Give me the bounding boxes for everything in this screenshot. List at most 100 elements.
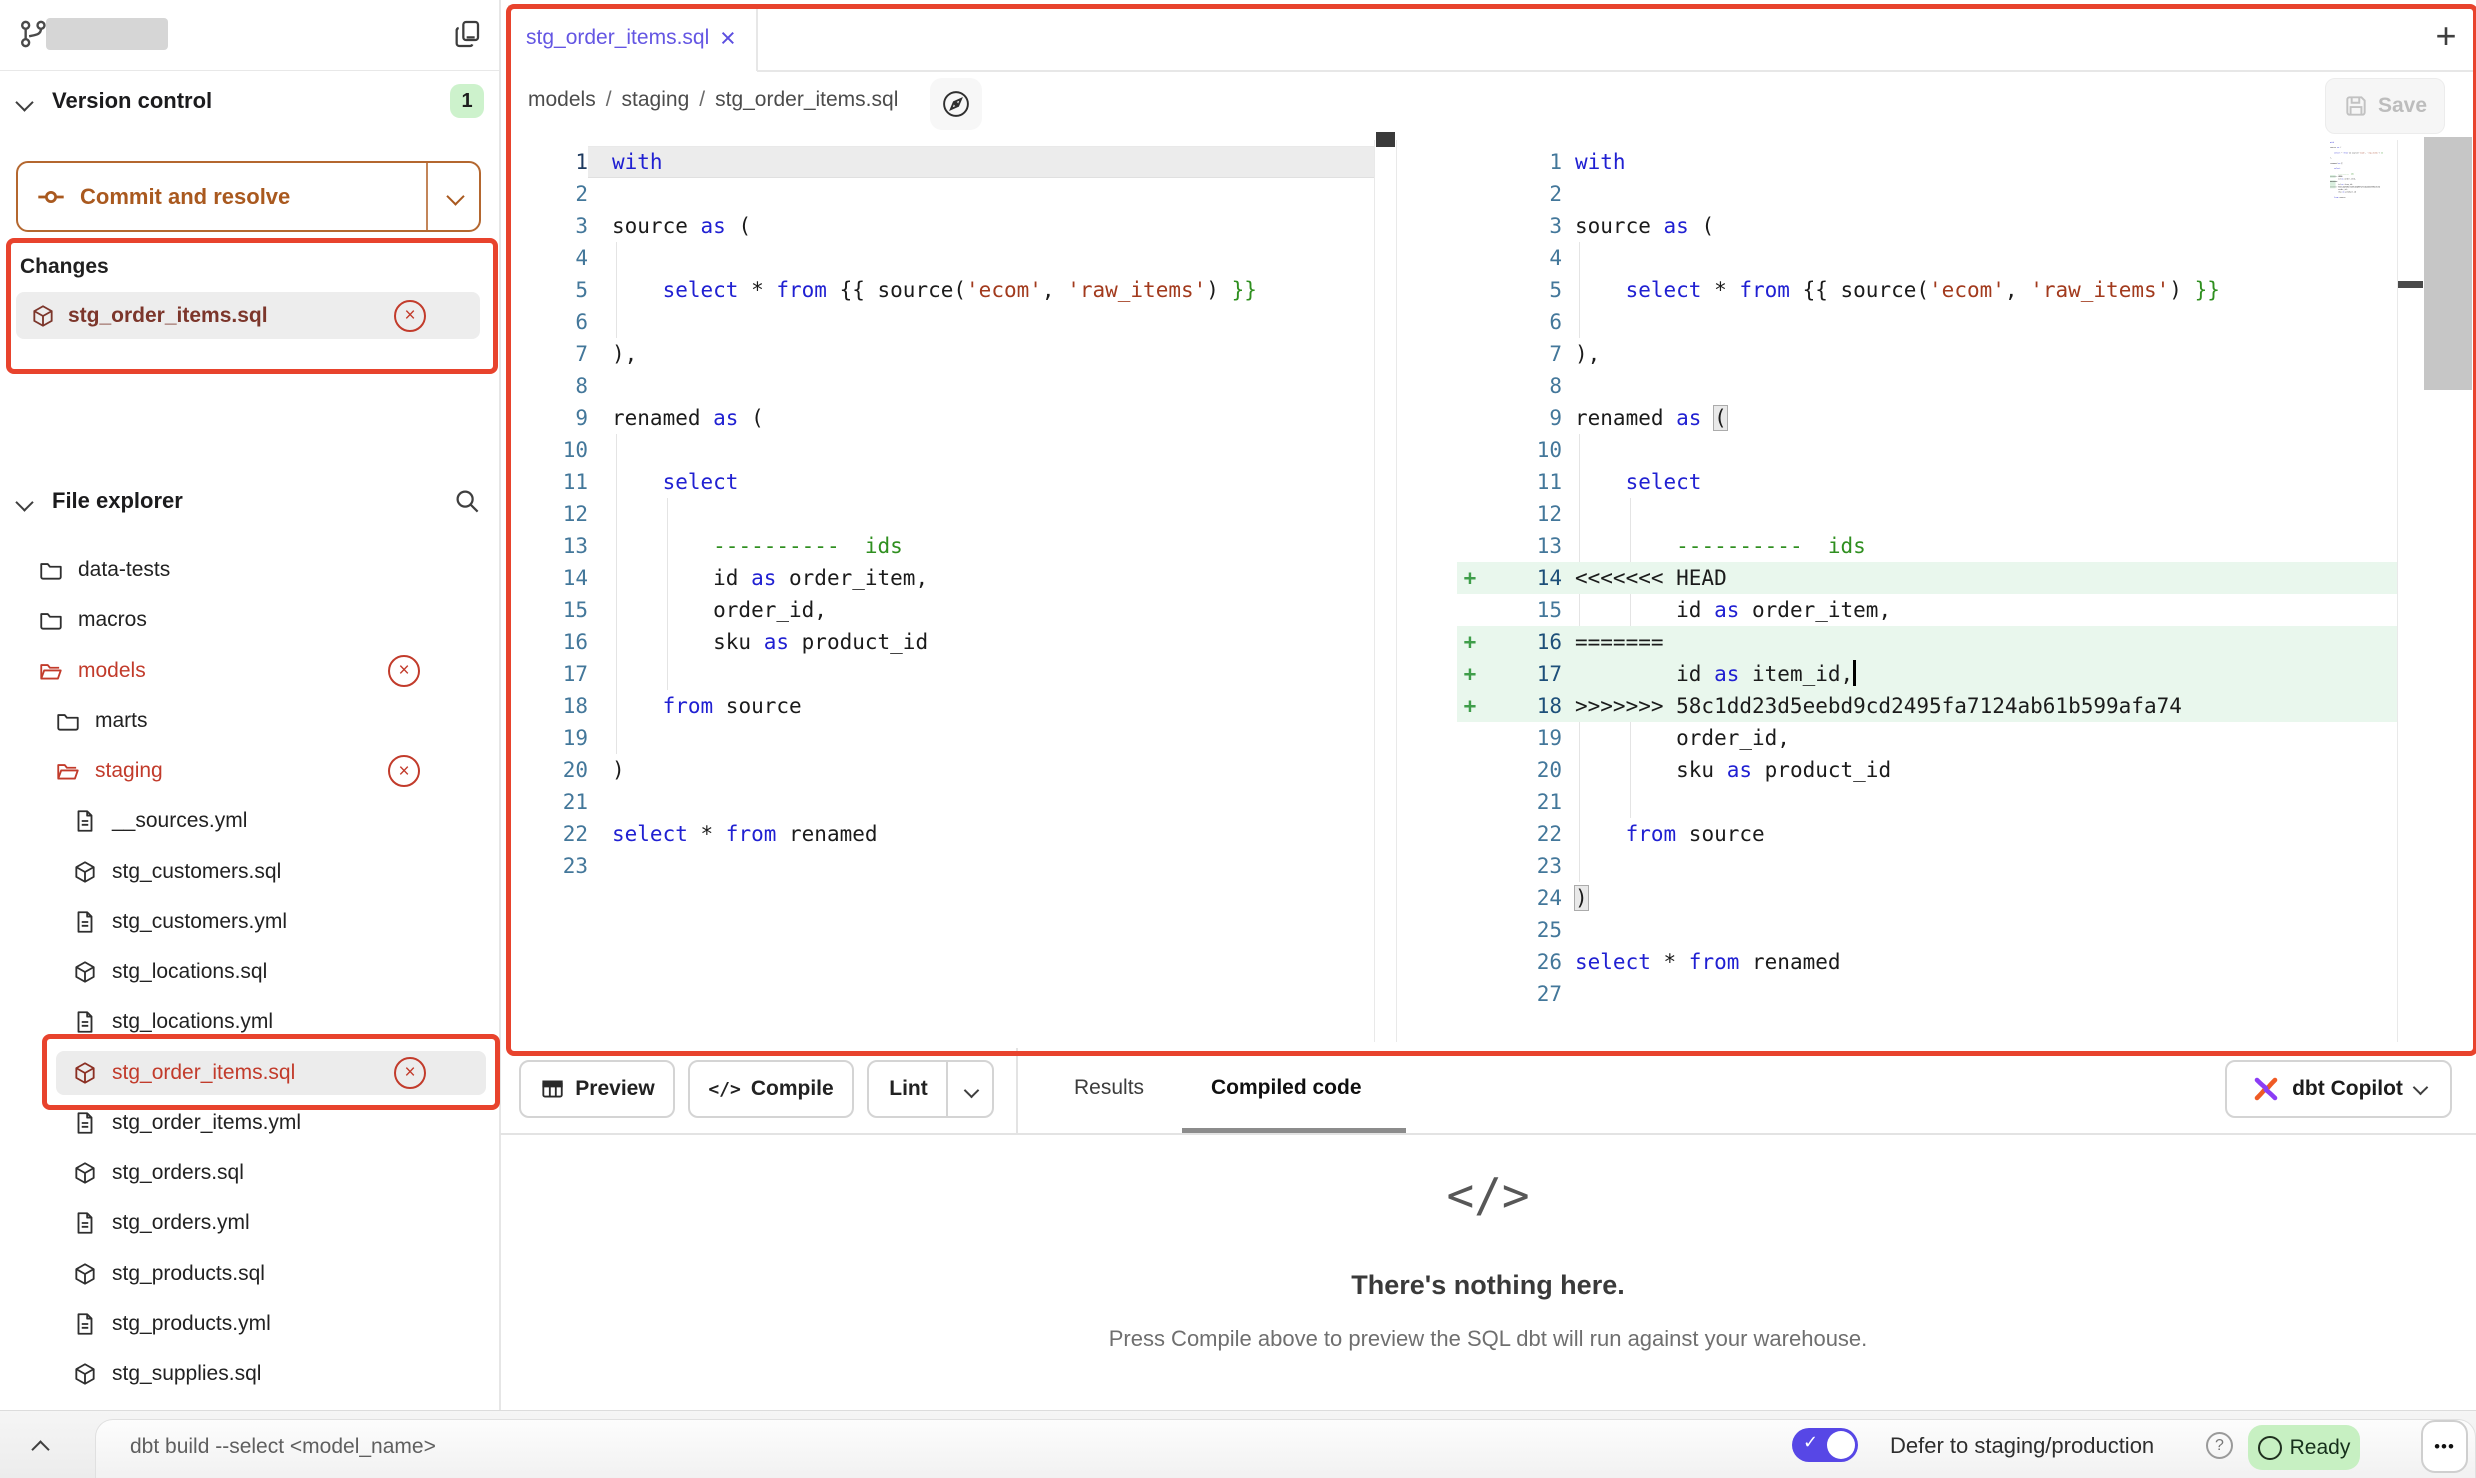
code-line[interactable]: 11 select — [1457, 466, 2397, 498]
code-line[interactable]: 10 — [1457, 434, 2397, 466]
file-item[interactable]: stg_orders.yml — [0, 1201, 500, 1245]
tab-results[interactable]: Results — [1074, 1076, 1144, 1100]
code-line[interactable]: +18>>>>>>> 58c1dd23d5eebd9cd2495fa7124ab… — [1457, 690, 2397, 722]
compass-icon[interactable] — [930, 78, 982, 130]
commit-and-resolve-button[interactable]: Commit and resolve — [16, 161, 481, 232]
lint-button[interactable]: Lint — [867, 1060, 994, 1118]
breadcrumb-segment[interactable]: models — [528, 88, 596, 112]
file-item[interactable]: stg_supplies.sql — [0, 1352, 500, 1396]
file-item[interactable]: stg_products.yml — [0, 1302, 500, 1346]
code-line[interactable]: 1with — [511, 146, 1374, 178]
code-line[interactable]: 12 — [1457, 498, 2397, 530]
code-line[interactable]: +17 id as item_id, — [1457, 658, 2397, 690]
code-line[interactable]: 13 ---------- ids — [511, 530, 1374, 562]
defer-toggle[interactable]: ✓ — [1792, 1428, 1858, 1462]
code-line[interactable]: 6 — [511, 306, 1374, 338]
preview-button[interactable]: Preview — [519, 1060, 675, 1118]
code-line[interactable]: 6 — [1457, 306, 2397, 338]
file-item[interactable]: stg_order_items.sql× — [56, 1051, 486, 1095]
discard-change-icon[interactable]: × — [394, 300, 426, 332]
dbt-copilot-button[interactable]: dbt Copilot — [2225, 1060, 2452, 1118]
code-line[interactable]: 3source as ( — [1457, 210, 2397, 242]
file-item[interactable]: marts — [0, 699, 500, 743]
file-explorer-header[interactable]: File explorer — [0, 486, 500, 526]
right-pane-scroll-marker[interactable] — [2398, 281, 2423, 288]
code-pane-current[interactable]: 1with23source as (45 select * from {{ so… — [1457, 146, 2397, 1010]
close-icon[interactable]: × — [720, 25, 736, 52]
compile-button[interactable]: </> Compile — [688, 1060, 854, 1118]
code-line[interactable]: 9renamed as ( — [1457, 402, 2397, 434]
code-line[interactable]: 4 — [511, 242, 1374, 274]
new-tab-button[interactable]: + — [2428, 18, 2464, 54]
file-item[interactable]: stg_order_items.yml — [0, 1101, 500, 1145]
minimap[interactable]: withsource as ( select * from {{ source(… — [2330, 141, 2398, 199]
command-input[interactable]: dbt build --select <model_name> — [130, 1435, 436, 1459]
code-pane-original[interactable]: 1with23source as (45 select * from {{ so… — [511, 146, 1374, 882]
code-line[interactable]: 7), — [1457, 338, 2397, 370]
code-line[interactable]: 23 — [1457, 850, 2397, 882]
code-line[interactable]: 24) — [1457, 882, 2397, 914]
code-line[interactable]: 20) — [511, 754, 1374, 786]
code-line[interactable]: 27 — [1457, 978, 2397, 1010]
code-line[interactable]: 23 — [511, 850, 1374, 882]
code-line[interactable]: 10 — [511, 434, 1374, 466]
file-item[interactable]: stg_locations.yml — [0, 1000, 500, 1044]
code-line[interactable]: 19 — [511, 722, 1374, 754]
left-pane-scroll-marker[interactable] — [1376, 132, 1395, 147]
code-line[interactable]: 20 sku as product_id — [1457, 754, 2397, 786]
code-line[interactable]: 17 — [511, 658, 1374, 690]
code-line[interactable]: 21 — [511, 786, 1374, 818]
code-line[interactable]: 16 sku as product_id — [511, 626, 1374, 658]
code-line[interactable]: 19 order_id, — [1457, 722, 2397, 754]
tab-stg-order-items[interactable]: stg_order_items.sql (last c... × — [508, 5, 758, 71]
code-line[interactable]: +16======= — [1457, 626, 2397, 658]
file-item[interactable]: data-tests — [0, 548, 500, 592]
breadcrumb-segment[interactable]: staging — [622, 88, 690, 112]
branch-name-placeholder[interactable] — [46, 18, 168, 50]
save-button[interactable]: Save — [2325, 78, 2445, 134]
file-item[interactable]: stg_locations.sql — [0, 950, 500, 994]
scrollbar-thumb[interactable] — [2424, 137, 2472, 390]
chevron-down-icon[interactable] — [15, 93, 33, 111]
code-line[interactable]: 5 select * from {{ source('ecom', 'raw_i… — [1457, 274, 2397, 306]
discard-change-icon[interactable]: × — [388, 655, 420, 687]
code-line[interactable]: 5 select * from {{ source('ecom', 'raw_i… — [511, 274, 1374, 306]
code-line[interactable]: 8 — [1457, 370, 2397, 402]
code-line[interactable]: 1with — [1457, 146, 2397, 178]
status-badge[interactable]: Ready — [2248, 1425, 2360, 1470]
chevron-down-icon[interactable] — [15, 493, 33, 511]
code-line[interactable]: 3source as ( — [511, 210, 1374, 242]
copy-files-icon[interactable] — [450, 14, 486, 54]
more-options-button[interactable]: ••• — [2421, 1420, 2468, 1473]
code-line[interactable]: 14 id as order_item, — [511, 562, 1374, 594]
code-line[interactable]: 22select * from renamed — [511, 818, 1374, 850]
help-icon[interactable]: ? — [2206, 1432, 2233, 1459]
code-line[interactable]: 25 — [1457, 914, 2397, 946]
code-line[interactable]: 12 — [511, 498, 1374, 530]
code-line[interactable]: 21 — [1457, 786, 2397, 818]
code-line[interactable]: 7), — [511, 338, 1374, 370]
file-item[interactable]: macros — [0, 598, 500, 642]
file-item[interactable]: staging× — [0, 749, 500, 793]
search-icon[interactable] — [452, 486, 482, 521]
code-line[interactable]: 2 — [511, 178, 1374, 210]
file-item[interactable]: __sources.yml — [0, 799, 500, 843]
chevron-down-icon[interactable] — [964, 1083, 980, 1099]
code-line[interactable]: 8 — [511, 370, 1374, 402]
changed-file-item[interactable]: stg_order_items.sql × — [16, 292, 480, 339]
file-item[interactable]: stg_customers.yml — [0, 900, 500, 944]
code-line[interactable]: 22 from source — [1457, 818, 2397, 850]
discard-change-icon[interactable]: × — [388, 755, 420, 787]
code-line[interactable]: +14<<<<<<< HEAD — [1457, 562, 2397, 594]
breadcrumb-segment[interactable]: stg_order_items.sql — [715, 88, 898, 112]
code-line[interactable]: 18 from source — [511, 690, 1374, 722]
file-item[interactable]: stg_orders.sql — [0, 1151, 500, 1195]
chevron-up-icon[interactable] — [31, 1440, 49, 1458]
file-item[interactable]: stg_products.sql — [0, 1252, 500, 1296]
code-line[interactable]: 26select * from renamed — [1457, 946, 2397, 978]
file-item[interactable]: stg_customers.sql — [0, 850, 500, 894]
tab-compiled-code[interactable]: Compiled code — [1211, 1076, 1362, 1100]
code-line[interactable]: 4 — [1457, 242, 2397, 274]
code-line[interactable]: 2 — [1457, 178, 2397, 210]
chevron-down-icon[interactable] — [446, 187, 464, 205]
